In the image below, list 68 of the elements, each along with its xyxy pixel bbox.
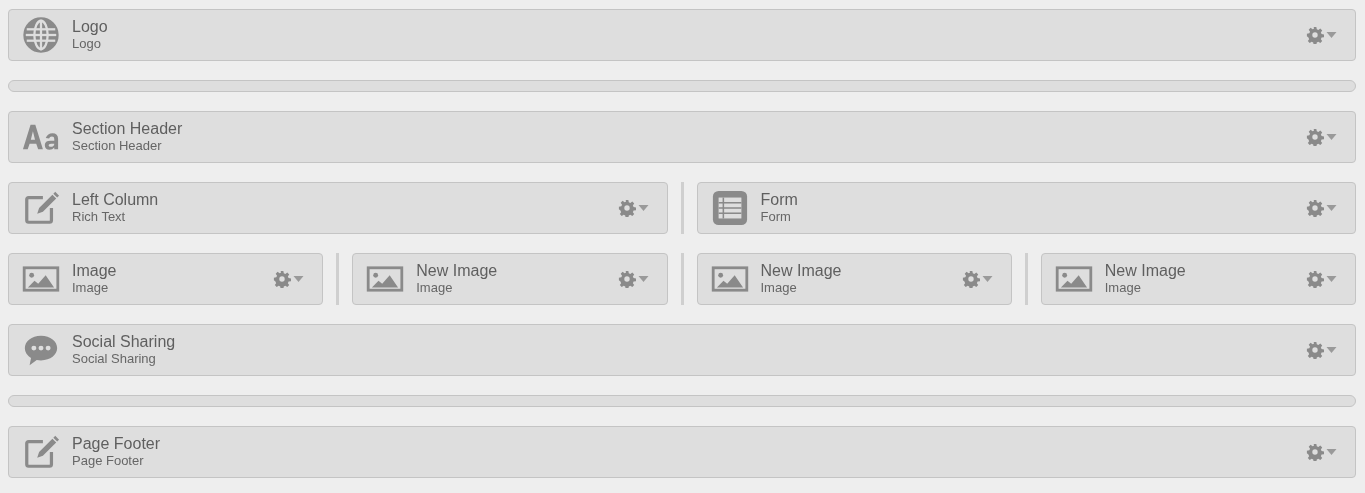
image-icon <box>1054 265 1093 293</box>
caret-icon <box>981 276 993 282</box>
block-type: Image <box>760 280 797 296</box>
block-type: Section Header <box>72 138 162 154</box>
block-title: New Image <box>1104 262 1186 280</box>
block-title: Logo <box>72 18 108 36</box>
caret-icon <box>1326 32 1337 38</box>
content-block[interactable]: Page Footer Page Footer <box>8 426 1356 478</box>
content-block[interactable]: Left Column Rich Text <box>8 182 668 234</box>
globe-icon <box>22 16 60 54</box>
edit-icon <box>22 189 60 227</box>
block-title: Form <box>760 191 798 209</box>
block-type: Page Footer <box>72 453 144 469</box>
block-title: New Image <box>416 262 498 280</box>
content-block[interactable]: Image Image <box>8 253 324 305</box>
block-title: Left Column <box>72 191 159 209</box>
block-type: Image <box>72 280 109 296</box>
settings-icon <box>273 270 292 288</box>
image-icon <box>366 265 405 293</box>
caret-icon <box>293 276 305 282</box>
edit-icon <box>22 433 60 471</box>
settings-icon <box>1306 199 1324 217</box>
content-block[interactable]: New Image Image <box>696 253 1012 305</box>
settings-button[interactable] <box>1306 270 1337 288</box>
settings-icon <box>1306 443 1324 461</box>
settings-icon <box>1306 341 1324 359</box>
content-block[interactable]: Form Form <box>696 182 1356 234</box>
settings-icon <box>617 270 636 288</box>
content-block[interactable]: Section Header Section Header <box>8 111 1356 163</box>
block-type: Logo <box>72 36 101 52</box>
block-type: Image <box>416 280 453 296</box>
settings-button[interactable] <box>961 270 993 288</box>
caret-icon <box>1326 347 1337 353</box>
image-icon <box>710 265 749 293</box>
content-block[interactable]: Logo Logo <box>8 9 1356 61</box>
image-icon <box>22 265 60 293</box>
caret-icon <box>1326 449 1337 455</box>
settings-button[interactable] <box>1306 26 1337 44</box>
settings-icon <box>1306 128 1324 146</box>
settings-button[interactable] <box>617 199 649 217</box>
settings-button[interactable] <box>273 270 305 288</box>
content-block[interactable]: New Image Image <box>1040 253 1356 305</box>
block-title: Section Header <box>72 120 183 138</box>
caret-icon <box>1326 276 1337 282</box>
caret-icon <box>637 276 649 282</box>
settings-icon <box>617 199 636 217</box>
block-type: Form <box>760 209 791 225</box>
settings-icon <box>1306 270 1324 288</box>
settings-button[interactable] <box>1306 341 1337 359</box>
block-type: Social Sharing <box>72 351 156 367</box>
settings-button[interactable] <box>1306 443 1337 461</box>
block-title: Page Footer <box>72 435 161 453</box>
settings-icon <box>1306 26 1324 44</box>
caret-icon <box>637 205 649 211</box>
caret-icon <box>1326 205 1337 211</box>
form-icon <box>710 189 749 227</box>
settings-button[interactable] <box>617 270 649 288</box>
block-type: Image <box>1104 280 1141 296</box>
settings-icon <box>961 270 980 288</box>
settings-button[interactable] <box>1306 128 1337 146</box>
block-type: Rich Text <box>72 209 126 225</box>
settings-button[interactable] <box>1306 199 1337 217</box>
block-title: New Image <box>760 262 842 280</box>
block-title: Image <box>72 262 117 280</box>
block-title: Social Sharing <box>72 333 176 351</box>
content-block[interactable]: Social Sharing Social Sharing <box>8 324 1356 376</box>
caret-icon <box>1326 134 1337 140</box>
content-block[interactable]: New Image Image <box>352 253 668 305</box>
